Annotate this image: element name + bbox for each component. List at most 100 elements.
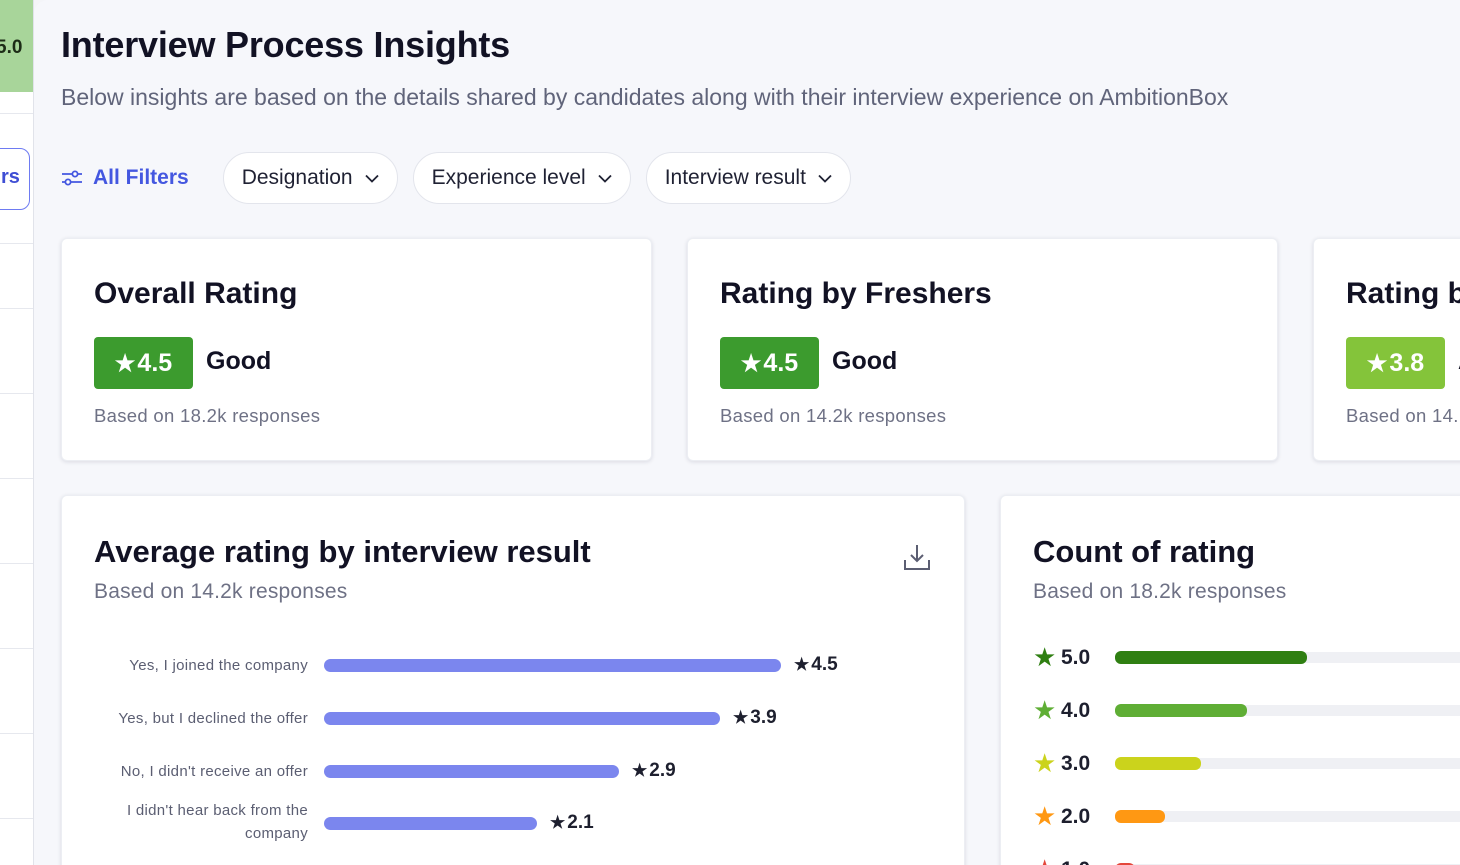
rating-card-title: Rating by Freshers [720, 277, 992, 310]
divider [0, 648, 33, 649]
star-icon: ★ [733, 708, 749, 727]
designation-filter[interactable]: Designation [222, 152, 398, 204]
page-title: Interview Process Insights [61, 24, 510, 65]
bar-category-label-line: Yes, but I declined the offer [118, 710, 308, 727]
rating-count-row: ★ 4.0 [1033, 695, 1460, 725]
interview-result-filter[interactable]: Interview result [645, 152, 851, 204]
chart-title: Count of rating [1033, 534, 1256, 569]
star-icon: ★ [632, 761, 648, 780]
count-of-rating-card: Count of rating Based on 18.2k responses… [1000, 495, 1460, 865]
filter-bar: All Filters Designation Experience level… [61, 152, 866, 204]
star-icon: ★ [1033, 642, 1057, 672]
experience-level-filter-label: Experience level [431, 166, 586, 189]
left-rating-value: 5.0 [0, 37, 23, 58]
designation-filter-label: Designation [241, 166, 353, 189]
divider [0, 818, 33, 819]
star-icon: ★ [550, 813, 566, 832]
rating-level-label: 4.0 [1061, 699, 1091, 722]
star-icon: ★ [114, 349, 136, 376]
divider [0, 243, 33, 244]
rating-bar [1115, 757, 1201, 770]
left-filter-button-label: rs [1, 166, 20, 188]
response-count: Based on 18.2k responses [94, 405, 321, 426]
main-panel: Interview Process Insights Below insight… [34, 0, 1460, 865]
bar [324, 712, 720, 725]
bar-value: 3.9 [750, 707, 777, 728]
rating-level-label: 5.0 [1061, 646, 1091, 669]
rating-count-row: ★ 1.0 [1033, 855, 1460, 865]
rating-count-row: ★ 2.0 [1033, 801, 1460, 831]
experience-level-filter[interactable]: Experience level [412, 152, 631, 204]
rating-count-row: ★ 3.0 [1033, 748, 1460, 778]
star-icon: ★ [1033, 748, 1057, 778]
star-icon: ★ [1366, 349, 1388, 376]
divider [0, 393, 33, 394]
rating-badge: ★ 4.5 [720, 337, 819, 389]
bar-category-label-line: I didn't hear back from the [126, 802, 308, 819]
rating-level-label: 3.0 [1061, 752, 1091, 775]
bar [324, 659, 781, 672]
filter-sliders-icon [62, 170, 82, 186]
all-filters-label: All Filters [93, 166, 189, 189]
divider [0, 308, 33, 309]
rating-badge: ★ 4.5 [94, 337, 193, 389]
bar-row: No, I didn't receive an offer ★ 2.9 [62, 760, 962, 782]
rating-value: 4.5 [137, 348, 173, 377]
bar-row: I didn't hear back from the company ★ 2.1 [62, 802, 962, 842]
bar-category-label: Yes, but I declined the offer [118, 707, 308, 730]
left-filter-button[interactable]: rs [0, 148, 30, 210]
chevron-down-icon [598, 174, 612, 183]
divider [0, 478, 33, 479]
rating-card-title: Overall Rating [94, 277, 298, 310]
average-rating-card: Average rating by interview result Based… [61, 495, 965, 865]
divider [0, 733, 33, 734]
divider [0, 563, 33, 564]
rating-bar [1115, 810, 1165, 823]
download-button[interactable] [902, 542, 932, 577]
bar-category-label-line: No, I didn't receive an offer [120, 763, 308, 780]
rating-bar [1115, 704, 1247, 717]
bar-category-label-line: company [245, 825, 308, 842]
bar [324, 765, 619, 778]
bar-category-label: Yes, I joined the company [129, 654, 308, 677]
download-icon [904, 545, 930, 570]
star-icon: ★ [794, 655, 810, 674]
bar-value-label: ★ 4.5 [794, 654, 838, 676]
rating-word: Good [832, 347, 898, 375]
bar-value: 2.9 [649, 760, 676, 781]
bar-value-label: ★ 2.9 [632, 760, 676, 782]
rating-bar-track [1115, 811, 1460, 822]
rating-value: 3.8 [1389, 348, 1425, 377]
chart-title: Average rating by interview result [94, 534, 591, 569]
page-subtitle: Below insights are based on the details … [61, 84, 1229, 110]
star-icon: ★ [1033, 855, 1056, 865]
star-icon: ★ [740, 349, 762, 376]
third-rating-card: Rating b ★3.8 A Based on 14. [1313, 238, 1460, 461]
freshers-rating-card: Rating by Freshers ★ 4.5 Good Based on 14… [687, 238, 1278, 461]
star-icon: ★ [1033, 695, 1057, 725]
bar-category-label: I didn't hear back from the company [127, 799, 308, 845]
chart-subtitle: Based on 18.2k responses [1033, 580, 1287, 603]
chevron-down-icon [818, 174, 832, 183]
all-filters-button[interactable]: All Filters [61, 166, 189, 190]
bar [324, 817, 537, 830]
response-count: Based on 14. [1346, 405, 1459, 426]
left-panel: 5.0 rs [0, 0, 34, 865]
overall-rating-card: Overall Rating ★ 4.5 Good Based on 18.2k … [61, 238, 652, 461]
left-rating-box: 5.0 [0, 0, 33, 92]
bar-row: Yes, but I declined the offer ★ 3.9 [62, 707, 962, 730]
bar-value: 4.5 [811, 654, 838, 675]
rating-level-label: 1.0 [1061, 858, 1090, 865]
rating-card-title: Rating b [1346, 277, 1460, 310]
chart-subtitle: Based on 14.2k responses [94, 580, 348, 603]
rating-count-row: ★ 5.0 [1033, 642, 1460, 672]
bar-value-label: ★ 2.1 [550, 812, 594, 834]
rating-value: 4.5 [763, 348, 799, 377]
star-icon: ★ [1033, 801, 1057, 831]
bar-category-label-line: Yes, I joined the company [129, 657, 308, 674]
rating-bar [1115, 651, 1307, 664]
bar-row: Yes, I joined the company ★ 4.5 [62, 654, 962, 677]
response-count: Based on 14.2k responses [720, 405, 947, 426]
divider [0, 113, 33, 114]
interview-result-filter-label: Interview result [664, 166, 806, 189]
